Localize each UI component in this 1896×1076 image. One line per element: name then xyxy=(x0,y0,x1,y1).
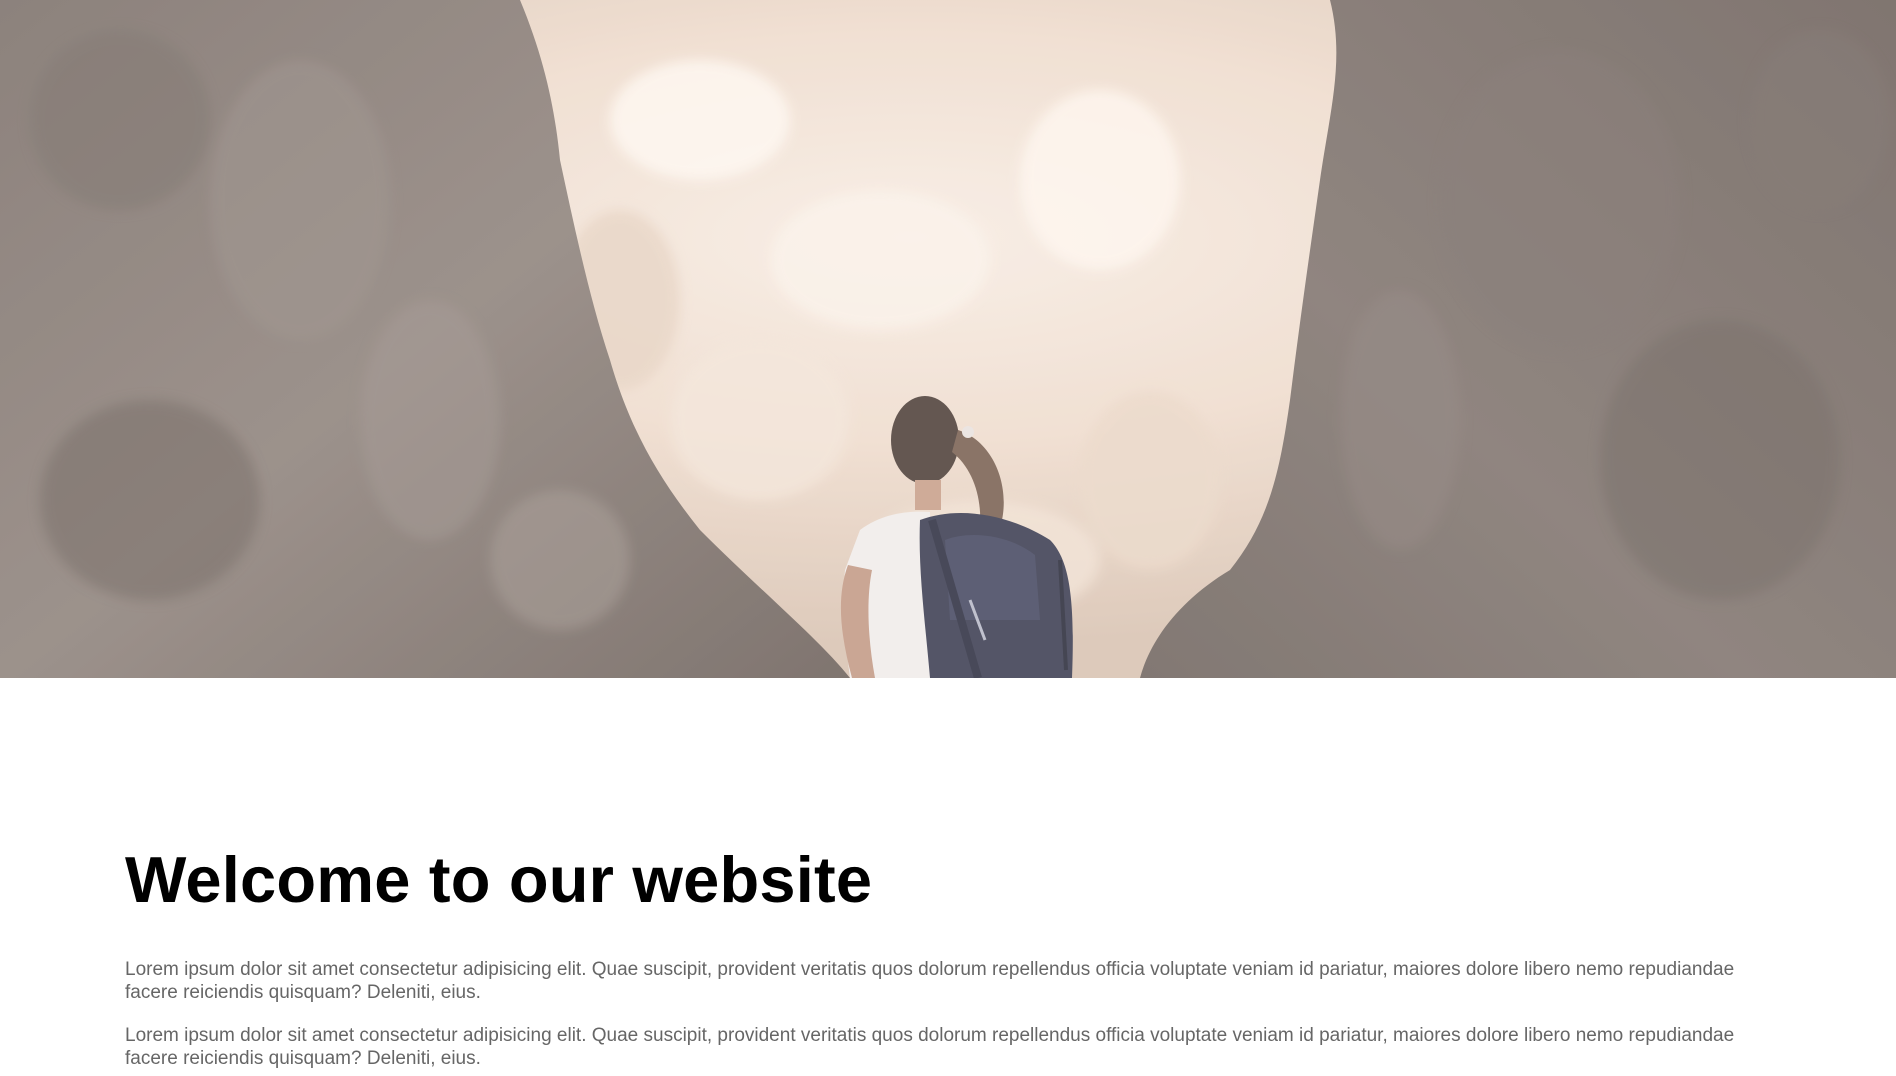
intro-paragraph-1: Lorem ipsum dolor sit amet consectetur a… xyxy=(125,958,1765,1004)
hero-photo-svg xyxy=(0,0,1896,678)
page-title: Welcome to our website xyxy=(125,843,873,916)
paragraph-text: Lorem ipsum dolor sit amet consectetur a… xyxy=(125,959,1735,1003)
paragraph-text: Lorem ipsum dolor sit amet consectetur a… xyxy=(125,1025,1735,1069)
intro-paragraph-2: Lorem ipsum dolor sit amet consectetur a… xyxy=(125,1024,1765,1070)
hero-image xyxy=(0,0,1896,678)
